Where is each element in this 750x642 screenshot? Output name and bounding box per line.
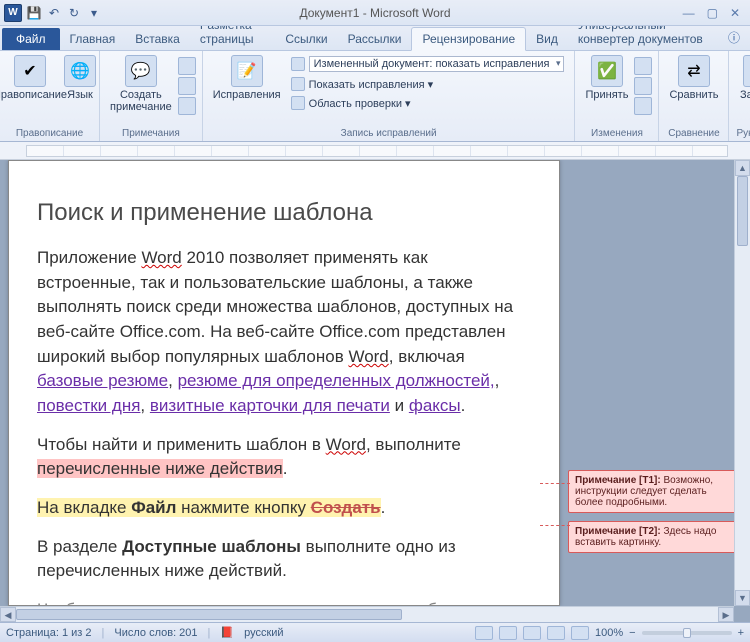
help-icon[interactable]: ⓘ [718,25,750,50]
close-icon[interactable]: ✕ [730,6,740,20]
ribbon: ✔ Правописание 🌐 Язык Правописание 💬 Соз… [0,50,750,142]
reject-icon[interactable] [634,57,652,75]
doc-paragraph-1: Приложение Word 2010 позволяет применять… [37,246,531,418]
doc-paragraph-4: В разделе Доступные шаблоны выполните од… [37,535,531,584]
globe-icon: 🌐 [64,55,96,87]
tab-view[interactable]: Вид [526,28,568,50]
zoom-level[interactable]: 100% [595,627,623,639]
show-markup-button[interactable]: Показать исправления ▾ [287,76,569,92]
doc-paragraph-2: Чтобы найти и применить шаблон в Word, в… [37,433,531,482]
scroll-down-icon[interactable]: ▼ [735,590,750,606]
display-for-review-combo[interactable]: Измененный документ: показать исправлени… [287,55,569,73]
comment-connector-1 [540,483,570,484]
doc-paragraph-3: На вкладке Файл нажмите кнопку Создать. [37,496,531,521]
accept-icon: ✅ [591,55,623,87]
redo-icon[interactable]: ↻ [66,5,82,21]
prev-comment-icon[interactable] [178,77,196,95]
tab-references[interactable]: Ссылки [275,28,337,50]
link-agendas[interactable]: повестки дня [37,396,140,415]
comment-balloons: Примечание [T1]: Возможно, инструкции сл… [568,470,740,553]
word-app-icon: W [4,4,22,22]
zoom-in-icon[interactable]: + [738,627,744,639]
group-tracking: 📝 Исправления Измененный документ: показ… [203,51,576,141]
group-changes: ✅ Принять Изменения [575,51,659,141]
quick-access-toolbar: 💾 ↶ ↻ ▾ [26,5,102,21]
comment-connector-2 [540,525,570,526]
zoom-slider[interactable] [642,631,732,635]
title-bar: W 💾 ↶ ↻ ▾ Документ1 - Microsoft Word — ▢… [0,0,750,26]
outline-view-icon[interactable] [547,626,565,640]
tab-file[interactable]: Файл [2,28,60,50]
compare-button[interactable]: ⇄ Сравнить [665,53,722,103]
doc-heading: Поиск и применение шаблона [37,197,531,228]
scroll-up-icon[interactable]: ▲ [735,160,750,176]
tab-review[interactable]: Рецензирование [411,27,526,51]
language-button[interactable]: 🌐 Язык [56,53,104,103]
group-protect: 🔒 Защита Рукопис... [729,51,750,141]
comment-icon: 💬 [125,55,157,87]
doc-paragraph-5: Чтобы воспользоваться одним из встроенны… [37,598,531,606]
link-faxes[interactable]: факсы [409,396,461,415]
qat-menu-icon[interactable]: ▾ [86,5,102,21]
reviewing-pane-button[interactable]: Область проверки ▾ [287,95,569,111]
proofing-status-icon[interactable]: 📕 [220,626,234,639]
link-basic-resume[interactable]: базовые резюме [37,371,168,390]
delete-comment-icon[interactable] [178,57,196,75]
horizontal-ruler[interactable] [0,142,750,160]
accept-button[interactable]: ✅ Принять [581,53,632,103]
comment-balloon-1[interactable]: Примечание [T1]: Возможно, инструкции сл… [568,470,740,513]
prev-change-icon[interactable] [634,77,652,95]
link-job-resume[interactable]: резюме для определенных должностей, [178,371,495,390]
document-workspace: Поиск и применение шаблона Приложение Wo… [0,160,750,622]
link-business-cards[interactable]: визитные карточки для печати [150,396,390,415]
lock-icon: 🔒 [743,55,750,87]
horizontal-scrollbar[interactable]: ◀ ▶ [0,606,734,622]
save-icon[interactable]: 💾 [26,5,42,21]
ribbon-tabs: Файл Главная Вставка Разметка страницы С… [0,26,750,50]
status-bar: Страница: 1 из 2 | Число слов: 201 | 📕 р… [0,622,750,642]
web-layout-view-icon[interactable] [523,626,541,640]
tab-home[interactable]: Главная [60,28,126,50]
scroll-right-icon[interactable]: ▶ [718,607,734,622]
draft-view-icon[interactable] [571,626,589,640]
group-comments: 💬 Создать примечание Примечания [100,51,203,141]
window-title: Документ1 - Microsoft Word [0,6,750,20]
vertical-scrollbar[interactable]: ▲ ▼ [734,160,750,606]
print-layout-view-icon[interactable] [475,626,493,640]
abc-check-icon: ✔ [14,55,46,87]
maximize-icon[interactable]: ▢ [707,6,718,20]
zoom-out-icon[interactable]: − [629,627,635,639]
fullscreen-view-icon[interactable] [499,626,517,640]
status-page[interactable]: Страница: 1 из 2 [6,627,92,639]
group-compare: ⇄ Сравнить Сравнение [659,51,729,141]
group-proofing: ✔ Правописание 🌐 Язык Правописание [0,51,100,141]
hscroll-thumb[interactable] [16,609,402,620]
minimize-icon[interactable]: — [683,6,695,20]
spelling-button[interactable]: ✔ Правописание [6,53,54,103]
new-comment-button[interactable]: 💬 Создать примечание [106,53,176,115]
markup-icon [291,77,305,91]
status-language[interactable]: русский [244,627,283,639]
undo-icon[interactable]: ↶ [46,5,62,21]
next-change-icon[interactable] [634,97,652,115]
status-word-count[interactable]: Число слов: 201 [114,627,197,639]
pane-icon [291,96,305,110]
tab-insert[interactable]: Вставка [125,28,190,50]
scroll-left-icon[interactable]: ◀ [0,607,16,622]
protect-button[interactable]: 🔒 Защита [735,53,750,103]
doc-icon [291,57,305,71]
document-page[interactable]: Поиск и применение шаблона Приложение Wo… [8,160,560,606]
track-icon: 📝 [231,55,263,87]
compare-icon: ⇄ [678,55,710,87]
tab-mailings[interactable]: Рассылки [338,28,412,50]
next-comment-icon[interactable] [178,97,196,115]
comment-balloon-2[interactable]: Примечание [T2]: Здесь надо вставить кар… [568,521,740,553]
track-changes-button[interactable]: 📝 Исправления [209,53,285,103]
vscroll-thumb[interactable] [737,176,748,246]
